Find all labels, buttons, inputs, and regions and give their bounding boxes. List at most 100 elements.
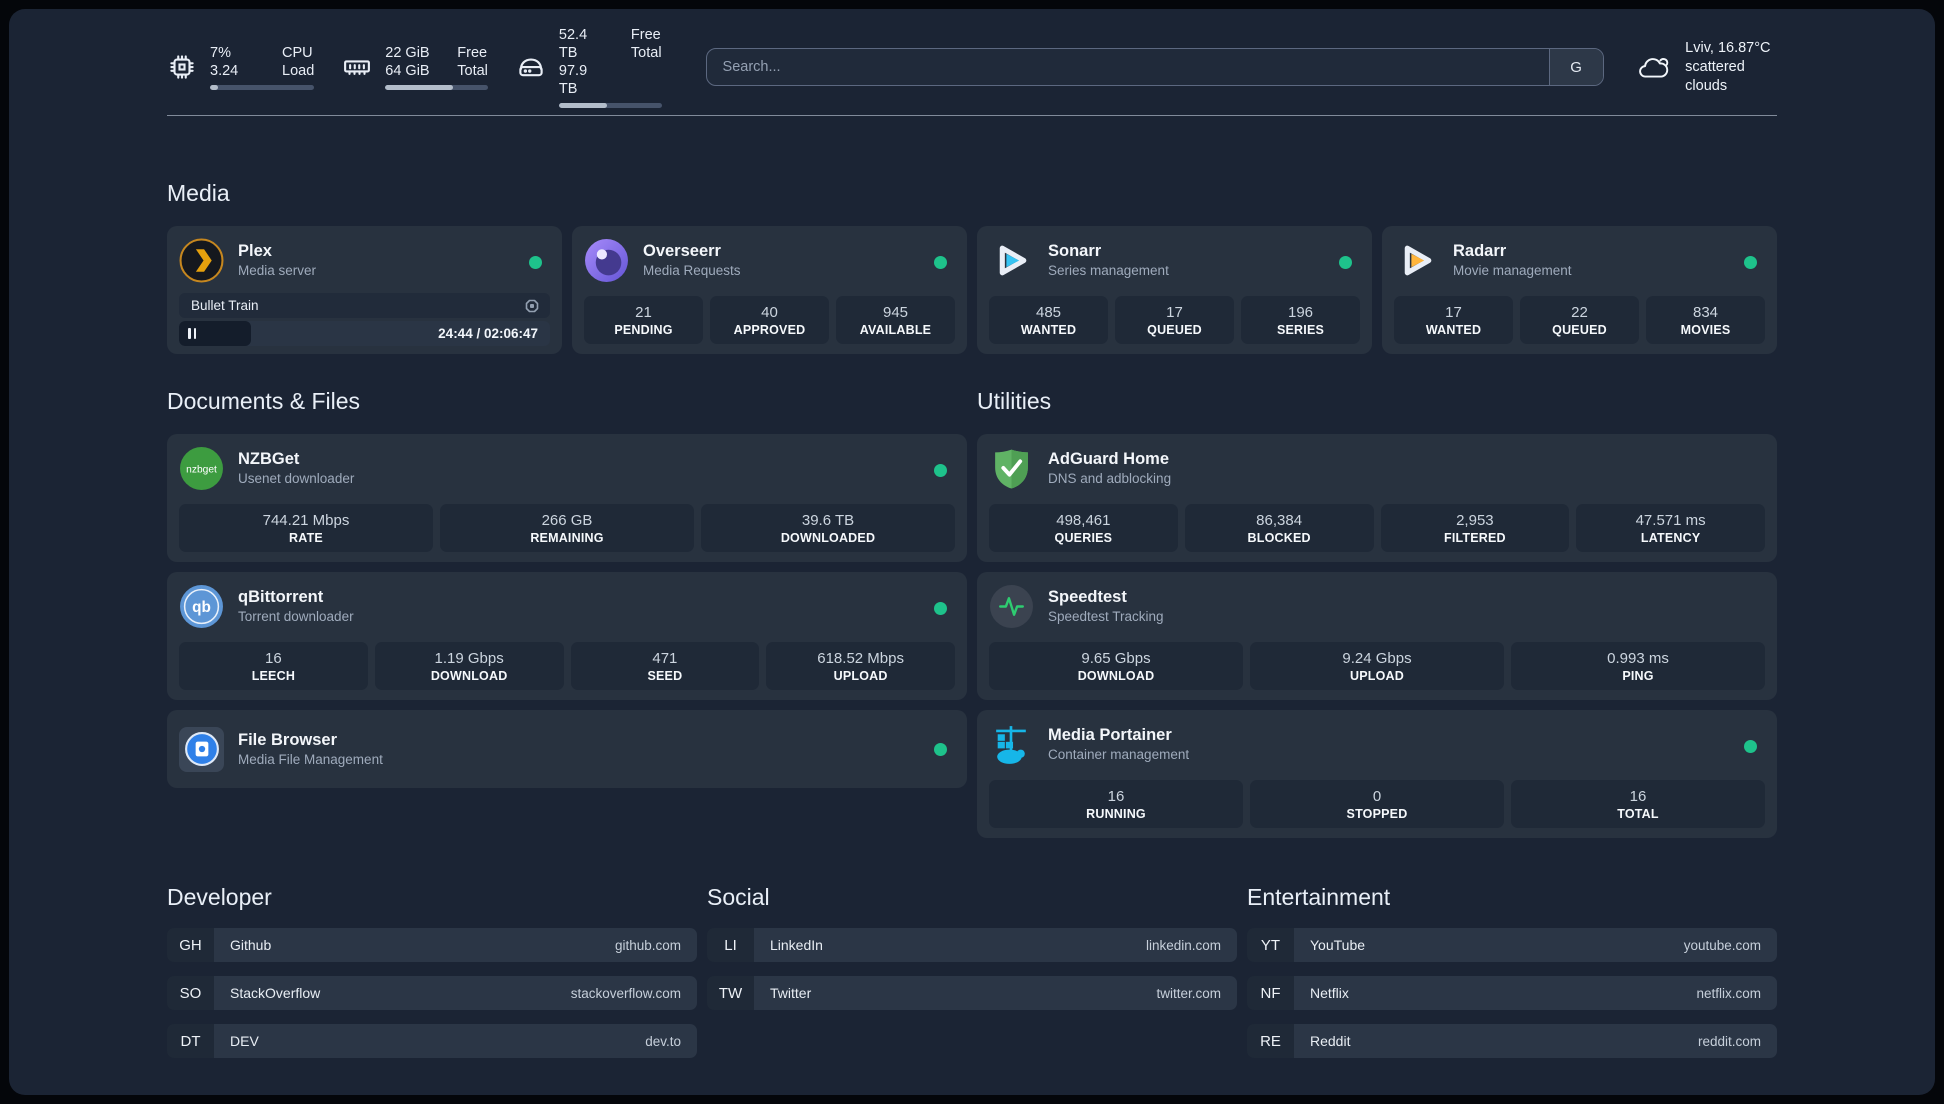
status-dot	[1744, 740, 1757, 753]
app-name: Media Portainer	[1048, 726, 1172, 744]
system-stats: 7% 3.24 CPU Load 22 GiB 64 GiB Free Tota…	[167, 26, 662, 108]
app-name: Plex	[238, 242, 272, 260]
filebrowser-icon	[179, 726, 224, 772]
cpu-load-value: 3.24	[210, 63, 239, 79]
link-name: YouTube	[1310, 937, 1366, 953]
search-provider-button[interactable]: G	[1548, 49, 1603, 85]
link-abbr: LI	[707, 928, 754, 962]
cpu-load-label: Load	[282, 63, 315, 79]
link-abbr: SO	[167, 976, 214, 1010]
app-subtitle: Media File Management	[238, 751, 383, 767]
qbittorrent-icon: qb	[180, 585, 223, 628]
app-subtitle: Container management	[1048, 747, 1190, 762]
app-subtitle: Media Requests	[643, 263, 741, 278]
app-subtitle: Speedtest Tracking	[1048, 609, 1164, 624]
memory-total-value: 64 GiB	[385, 63, 430, 79]
stat-queued: 22 QUEUED	[1520, 296, 1639, 344]
card-radarr[interactable]: Radarr Movie management 17 WANTED 22 QUE…	[1382, 226, 1777, 354]
section-title-entertainment: Entertainment	[1247, 884, 1391, 910]
link-row-stackoverflow[interactable]: SO StackOverflow stackoverflow.com	[167, 976, 697, 1010]
card-portainer[interactable]: Media Portainer Container management 16 …	[977, 710, 1777, 838]
section-title-social: Social	[707, 884, 770, 910]
section-title-developer: Developer	[167, 884, 272, 910]
nzbget-icon: nzbget	[180, 447, 223, 490]
stat-latency: 47.571 ms LATENCY	[1576, 504, 1765, 552]
dashboard-panel: 7% 3.24 CPU Load 22 GiB 64 GiB Free Tota…	[9, 9, 1935, 1095]
memory-progress-bar	[385, 85, 488, 90]
top-bar: 7% 3.24 CPU Load 22 GiB 64 GiB Free Tota…	[167, 27, 1777, 108]
link-row-reddit[interactable]: RE Reddit reddit.com	[1247, 1024, 1777, 1058]
stat-stopped: 0 STOPPED	[1250, 780, 1504, 828]
link-abbr: DT	[167, 1024, 214, 1058]
stat-series: 196 SERIES	[1241, 296, 1360, 344]
social-links: Social LI LinkedIn linkedin.com TW Twitt…	[707, 882, 1237, 1072]
section-title-media: Media	[167, 180, 230, 206]
pause-icon[interactable]	[188, 328, 196, 339]
stat-wanted: 17 WANTED	[1394, 296, 1513, 344]
card-sonarr[interactable]: Sonarr Series management 485 WANTED 17 Q…	[977, 226, 1372, 354]
disk-total-label: Total	[630, 45, 662, 61]
stat-seed: 471 SEED	[570, 642, 760, 690]
app-subtitle: Usenet downloader	[238, 471, 355, 486]
stat-downloaded: 39.6 TB DOWNLOADED	[701, 504, 955, 552]
link-row-netflix[interactable]: NF Netflix netflix.com	[1247, 976, 1777, 1010]
scattered-clouds-icon	[1638, 58, 1668, 78]
link-url: github.com	[614, 937, 681, 953]
stat-leech: 16 LEECH	[179, 642, 368, 690]
link-name: DEV	[230, 1033, 259, 1049]
app-name: NZBGet	[238, 450, 300, 468]
entertainment-links: Entertainment YT YouTube youtube.com NF …	[1247, 882, 1777, 1072]
link-url: twitter.com	[1156, 985, 1221, 1001]
app-subtitle: Media server	[238, 263, 317, 278]
stat-movies: 834 MOVIES	[1646, 296, 1765, 344]
card-speedtest[interactable]: Speedtest Speedtest Tracking 9.65 Gbps D…	[977, 572, 1777, 700]
card-qbittorrent[interactable]: qb qBittorrent Torrent downloader 16 LEE…	[167, 572, 967, 700]
radarr-icon	[1404, 245, 1432, 276]
link-url: dev.to	[645, 1033, 681, 1049]
link-url: netflix.com	[1696, 985, 1761, 1001]
card-overseerr[interactable]: Overseerr Media Requests 21 PENDING 40 A…	[572, 226, 967, 354]
search-input[interactable]	[706, 49, 1549, 85]
link-row-youtube[interactable]: YT YouTube youtube.com	[1247, 928, 1777, 962]
weather-widget: Lviv, 16.87°C scattered clouds	[1636, 39, 1777, 96]
link-abbr: GH	[167, 928, 214, 962]
developer-links: Developer GH Github github.com SO StackO…	[167, 882, 697, 1072]
link-url: linkedin.com	[1145, 937, 1221, 953]
app-name: qBittorrent	[238, 588, 324, 606]
stat-queued: 17 QUEUED	[1115, 296, 1234, 344]
memory-stat: 22 GiB 64 GiB Free Total	[342, 44, 488, 90]
utilities-column: Utilities AdGuard Home DNS and adblockin…	[977, 386, 1777, 838]
memory-icon	[344, 60, 371, 75]
overseerr-icon	[585, 239, 628, 282]
status-dot	[529, 256, 542, 269]
memory-total-label: Total	[457, 63, 488, 79]
svg-text:qb: qb	[192, 599, 211, 616]
plex-icon	[179, 238, 224, 283]
disk-progress-bar	[558, 103, 662, 108]
cpu-progress-bar	[210, 85, 315, 90]
link-row-twitter[interactable]: TW Twitter twitter.com	[707, 976, 1237, 1010]
link-row-linkedin[interactable]: LI LinkedIn linkedin.com	[707, 928, 1237, 962]
dashboard-page: 7% 3.24 CPU Load 22 GiB 64 GiB Free Tota…	[0, 0, 1944, 1104]
memory-free-label: Free	[457, 45, 488, 61]
status-dot	[934, 602, 947, 615]
link-name: LinkedIn	[770, 937, 823, 953]
stat-wanted: 485 WANTED	[989, 296, 1108, 344]
link-url: stackoverflow.com	[570, 985, 681, 1001]
stat-upload: 9.24 Gbps UPLOAD	[1250, 642, 1504, 690]
player-settings-icon[interactable]	[524, 298, 540, 314]
card-filebrowser[interactable]: File Browser Media File Management	[167, 710, 967, 788]
card-adguard[interactable]: AdGuard Home DNS and adblocking 498,461 …	[977, 434, 1777, 562]
card-nzbget[interactable]: nzbget NZBGet Usenet downloader 744.21 M…	[167, 434, 967, 562]
stat-available: 945 AVAILABLE	[836, 296, 955, 344]
media-cards-row: Plex Media server Bullet Train 24:44 / 0…	[167, 226, 1777, 354]
link-row-github[interactable]: GH Github github.com	[167, 928, 697, 962]
sonarr-icon	[999, 245, 1027, 276]
weather-location-temp: Lviv, 16.87°C	[1685, 39, 1771, 56]
card-plex[interactable]: Plex Media server Bullet Train 24:44 / 0…	[167, 226, 562, 354]
adguard-icon	[995, 449, 1028, 489]
app-subtitle: DNS and adblocking	[1048, 471, 1172, 486]
link-row-dev[interactable]: DT DEV dev.to	[167, 1024, 697, 1058]
stat-download: 9.65 Gbps DOWNLOAD	[989, 642, 1243, 690]
memory-free-value: 22 GiB	[385, 45, 430, 61]
